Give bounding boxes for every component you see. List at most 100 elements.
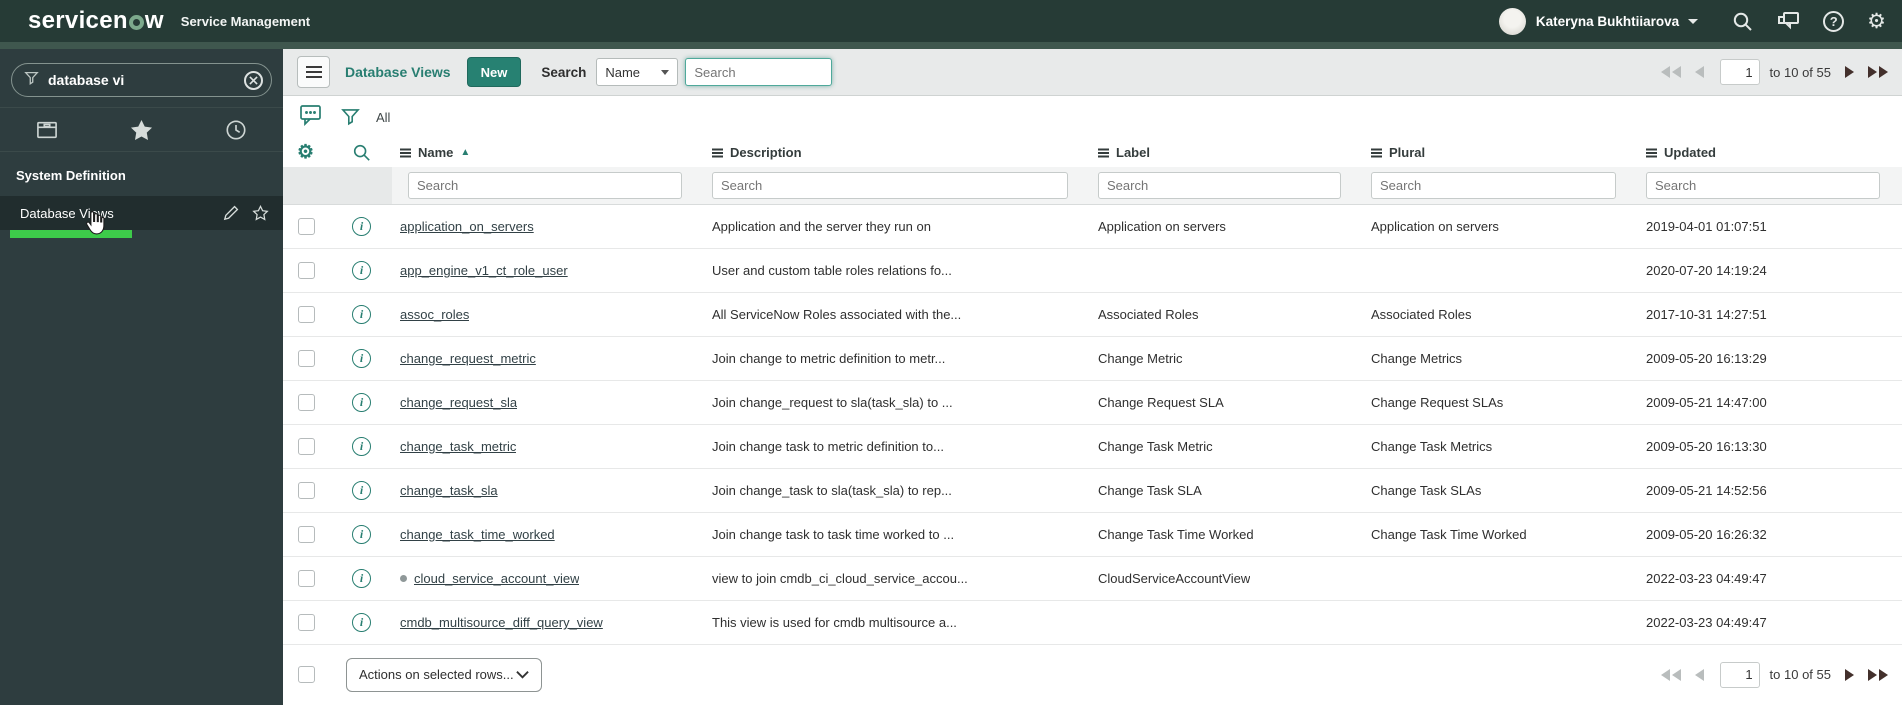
record-preview-info-icon[interactable]: i: [352, 305, 371, 324]
record-preview-info-icon[interactable]: i: [352, 349, 371, 368]
record-name-link[interactable]: change_request_sla: [400, 395, 517, 410]
record-name-link[interactable]: application_on_servers: [400, 219, 534, 234]
navigator-filter-box[interactable]: [11, 63, 272, 97]
filter-input-updated[interactable]: [1646, 172, 1880, 199]
user-avatar[interactable]: [1498, 7, 1526, 35]
row-checkbox[interactable]: [298, 350, 315, 367]
record-preview-info-icon[interactable]: i: [352, 613, 371, 632]
connect-chat-icon[interactable]: [1776, 11, 1800, 32]
row-checkbox[interactable]: [298, 306, 315, 323]
table-row: i cmdb_multisource_diff_query_view This …: [283, 601, 1902, 645]
filter-input-label[interactable]: [1098, 172, 1341, 199]
row-checkbox[interactable]: [298, 218, 315, 235]
last-page-button[interactable]: [1868, 668, 1888, 681]
filter-input-plural[interactable]: [1371, 172, 1616, 199]
record-preview-info-icon[interactable]: i: [352, 261, 371, 280]
row-range-text: to 10 of 55: [1769, 667, 1831, 682]
record-name-link[interactable]: change_task_time_worked: [400, 527, 555, 542]
filter-row-spacer: [283, 167, 392, 204]
list-settings-gear-icon[interactable]: ⚙: [297, 143, 314, 162]
select-chevron-icon: [516, 671, 529, 679]
column-search-toggle-icon[interactable]: [340, 143, 392, 162]
cell-plural: Application on servers: [1371, 219, 1499, 234]
filter-input-description[interactable]: [712, 172, 1068, 199]
row-checkbox[interactable]: [298, 262, 315, 279]
table-row: i cloud_service_account_view view to joi…: [283, 557, 1902, 601]
first-page-button[interactable]: [1660, 66, 1681, 78]
record-preview-info-icon[interactable]: i: [352, 569, 371, 588]
logo-text-suffix: w: [144, 7, 164, 34]
list-filter-funnel-icon[interactable]: [341, 108, 360, 126]
page-number-input[interactable]: [1719, 59, 1760, 85]
select-all-checkbox[interactable]: [298, 666, 315, 683]
row-checkbox[interactable]: [298, 482, 315, 499]
tab-favorites[interactable]: [94, 119, 188, 141]
new-button[interactable]: New: [466, 57, 522, 87]
record-preview-info-icon[interactable]: i: [352, 437, 371, 456]
row-checkbox[interactable]: [298, 438, 315, 455]
filter-input-name[interactable]: [408, 172, 682, 199]
previous-page-button[interactable]: [1694, 66, 1704, 78]
first-page-button[interactable]: [1660, 668, 1681, 681]
user-menu-caret-icon[interactable]: [1688, 18, 1699, 24]
top-banner: servicen w Service Management Kateryna B…: [0, 0, 1902, 42]
cell-description: Join change task to task time worked to …: [712, 527, 955, 542]
breadcrumb-all[interactable]: All: [376, 110, 390, 125]
record-name-link[interactable]: change_request_metric: [400, 351, 536, 366]
sort-ascending-icon: ▲: [460, 147, 471, 158]
help-icon[interactable]: ?: [1823, 10, 1845, 32]
user-name[interactable]: Kateryna Bukhtiiarova: [1536, 14, 1679, 29]
record-name-link[interactable]: cmdb_multisource_diff_query_view: [400, 615, 603, 630]
record-name-link[interactable]: change_task_sla: [400, 483, 498, 498]
cell-description: Application and the server they run on: [712, 219, 931, 234]
tab-all-applications[interactable]: [0, 120, 94, 140]
cell-updated: 2009-05-21 14:52:56: [1646, 483, 1767, 498]
record-preview-info-icon[interactable]: i: [352, 481, 371, 500]
edit-module-pencil-icon[interactable]: [223, 205, 239, 221]
list-context-menu-button[interactable]: [297, 56, 330, 88]
record-preview-info-icon[interactable]: i: [352, 525, 371, 544]
column-header-description[interactable]: Description: [704, 145, 1090, 160]
last-page-button[interactable]: [1868, 66, 1888, 78]
column-header-name[interactable]: Name ▲: [392, 145, 704, 160]
record-preview-info-icon[interactable]: i: [352, 217, 371, 236]
page-number-input[interactable]: [1719, 661, 1760, 688]
servicenow-logo[interactable]: servicen w: [28, 7, 164, 35]
table-row: i app_engine_v1_ct_role_user User and cu…: [283, 249, 1902, 293]
search-field-select[interactable]: Name: [596, 58, 679, 86]
row-checkbox[interactable]: [298, 394, 315, 411]
cell-description: Join change to metric definition to metr…: [712, 351, 946, 366]
list-search-input[interactable]: [685, 58, 833, 86]
row-checkbox[interactable]: [298, 614, 315, 631]
settings-gear-icon[interactable]: ⚙: [1867, 11, 1886, 32]
next-page-button[interactable]: [1845, 668, 1854, 681]
row-checkbox[interactable]: [298, 570, 315, 587]
navigator-filter-input[interactable]: [48, 72, 244, 88]
actions-on-selected-rows-select[interactable]: Actions on selected rows...: [346, 657, 542, 692]
column-header-plural[interactable]: Plural: [1363, 145, 1638, 160]
row-checkbox[interactable]: [298, 526, 315, 543]
cell-updated: 2020-07-20 14:19:24: [1646, 263, 1767, 278]
record-name-link[interactable]: change_task_metric: [400, 439, 516, 454]
cell-label: CloudServiceAccountView: [1098, 571, 1251, 586]
clear-filter-icon[interactable]: [244, 70, 263, 90]
cell-updated: 2022-03-23 04:49:47: [1646, 615, 1767, 630]
favorite-star-icon[interactable]: [252, 205, 269, 221]
logo-o-ring-icon: [128, 15, 144, 30]
cell-plural: Change Task Time Worked: [1371, 527, 1527, 542]
sidebar-item-database-views[interactable]: Database Views: [0, 196, 283, 230]
cell-description: view to join cmdb_ci_cloud_service_accou…: [712, 571, 968, 586]
record-name-link[interactable]: assoc_roles: [400, 307, 469, 322]
list-chat-icon[interactable]: [299, 104, 323, 131]
record-preview-info-icon[interactable]: i: [352, 393, 371, 412]
record-name-link[interactable]: app_engine_v1_ct_role_user: [400, 263, 568, 278]
header-user-area: Kateryna Bukhtiiarova ? ⚙: [1498, 7, 1886, 35]
record-name-link[interactable]: cloud_service_account_view: [414, 571, 579, 586]
column-menu-icon: [400, 151, 411, 154]
tab-history[interactable]: [189, 119, 283, 141]
column-header-updated[interactable]: Updated: [1638, 145, 1902, 160]
global-search-icon[interactable]: [1732, 11, 1753, 32]
previous-page-button[interactable]: [1694, 668, 1704, 681]
column-header-label[interactable]: Label: [1090, 145, 1363, 160]
next-page-button[interactable]: [1845, 66, 1854, 78]
